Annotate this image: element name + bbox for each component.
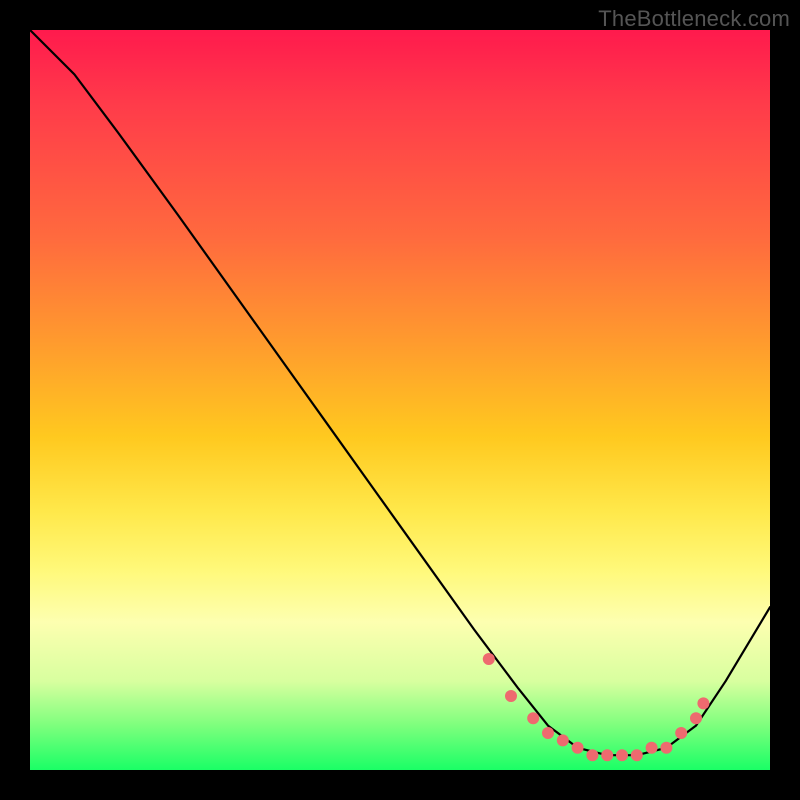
marker-dot	[697, 697, 709, 709]
marker-dot	[542, 727, 554, 739]
marker-dot	[675, 727, 687, 739]
marker-dot	[631, 749, 643, 761]
marker-dot	[646, 742, 658, 754]
marker-dot	[483, 653, 495, 665]
marker-dot	[616, 749, 628, 761]
bottleneck-curve	[30, 30, 770, 755]
plot-area	[30, 30, 770, 770]
marker-dot	[527, 712, 539, 724]
marker-dot	[572, 742, 584, 754]
marker-dot	[601, 749, 613, 761]
marker-dot	[557, 734, 569, 746]
marker-dot	[586, 749, 598, 761]
marker-dot	[690, 712, 702, 724]
marker-dots	[483, 653, 710, 761]
marker-dot	[505, 690, 517, 702]
chart-frame: TheBottleneck.com	[0, 0, 800, 800]
watermark-text: TheBottleneck.com	[598, 6, 790, 32]
marker-dot	[660, 742, 672, 754]
chart-svg	[30, 30, 770, 770]
